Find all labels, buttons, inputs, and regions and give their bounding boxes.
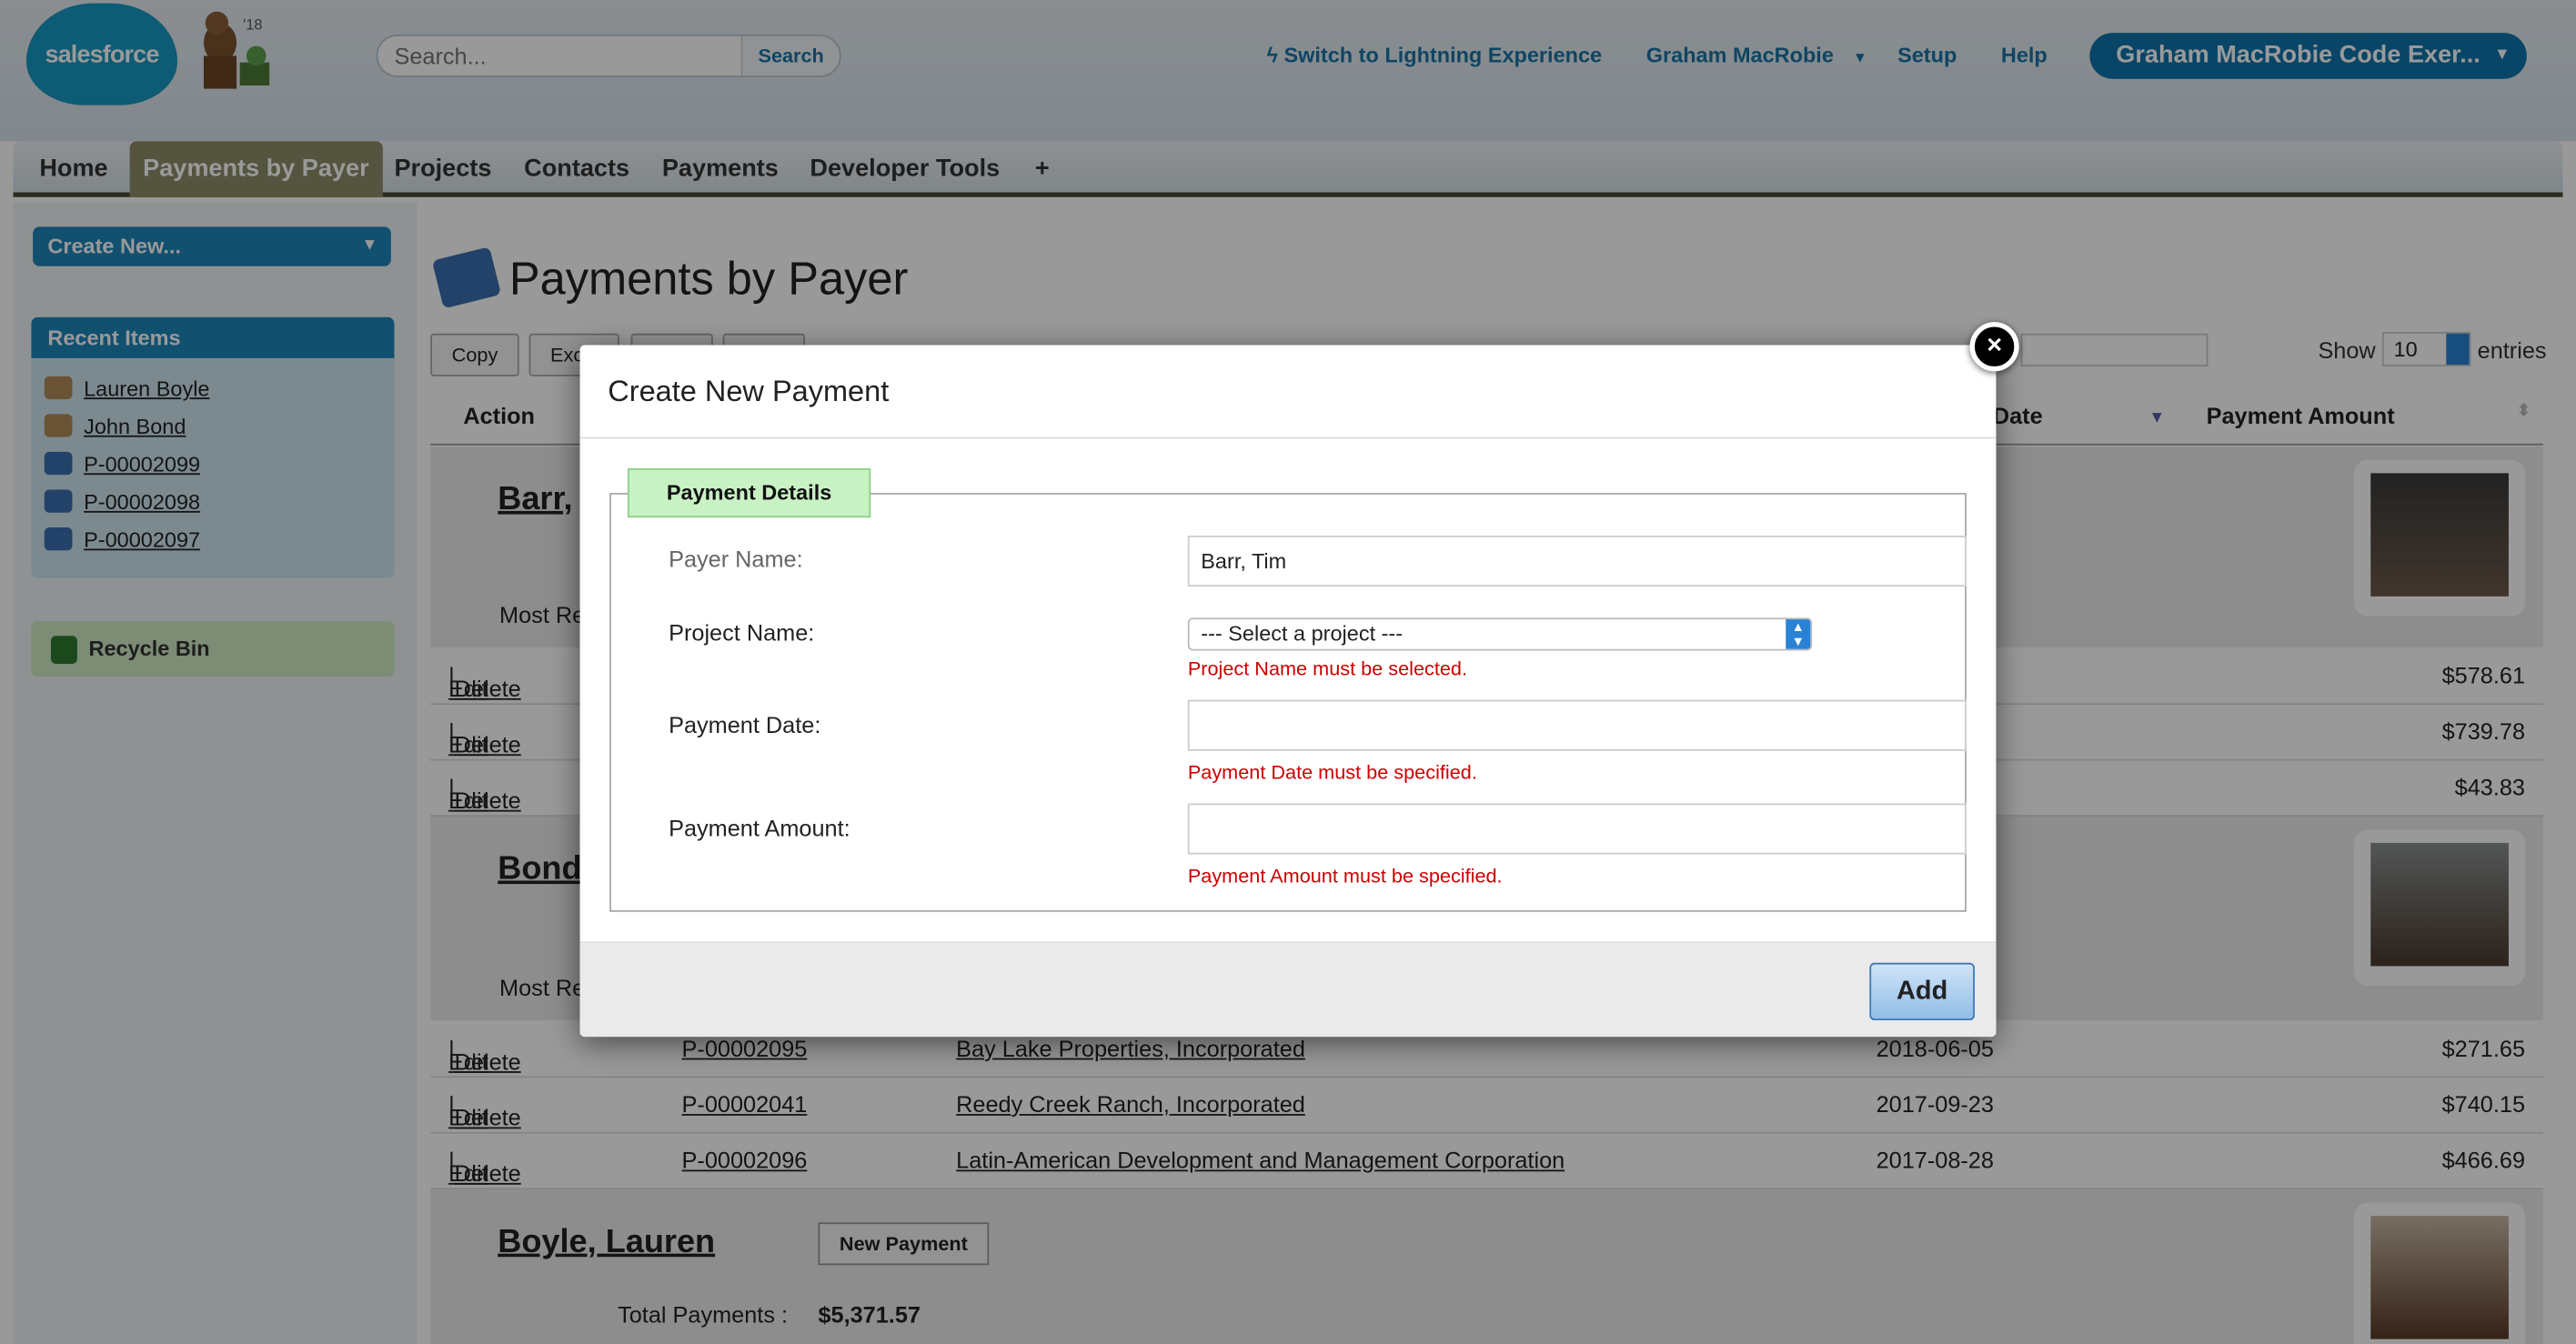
- payment-amount-input[interactable]: [1187, 803, 1967, 855]
- select-arrows-icon: ▲ ▼: [1786, 619, 1811, 649]
- payment-amount-label: Payment Amount:: [669, 815, 850, 842]
- create-payment-dialog: Create New Payment Payer Name: Barr, Tim…: [579, 345, 1997, 1038]
- project-error: Project Name must be selected.: [1187, 657, 1468, 681]
- payment-date-input[interactable]: [1187, 699, 1967, 751]
- project-name-label: Project Name:: [669, 619, 815, 647]
- payment-details-legend: Payment Details: [627, 467, 871, 518]
- payer-name-label: Payer Name:: [669, 545, 803, 572]
- payment-date-label: Payment Date:: [669, 711, 821, 738]
- dialog-footer: Add: [579, 941, 1997, 1038]
- payer-name-field: Barr, Tim: [1187, 536, 1967, 587]
- close-icon[interactable]: ×: [1969, 322, 2019, 372]
- payment-date-error: Payment Date must be specified.: [1187, 760, 1477, 784]
- payment-amount-error: Payment Amount must be specified.: [1187, 864, 1503, 888]
- project-select[interactable]: --- Select a project --- ▲ ▼: [1187, 617, 1813, 651]
- project-select-value: --- Select a project ---: [1201, 620, 1404, 647]
- add-button[interactable]: Add: [1869, 962, 1975, 1021]
- dialog-title: Create New Payment: [579, 345, 1997, 439]
- payment-details-fieldset: Payer Name: Barr, Tim Project Name: --- …: [609, 493, 1967, 912]
- page: salesforce '18 Search ϟ Switch to Lightn…: [0, 0, 2576, 1344]
